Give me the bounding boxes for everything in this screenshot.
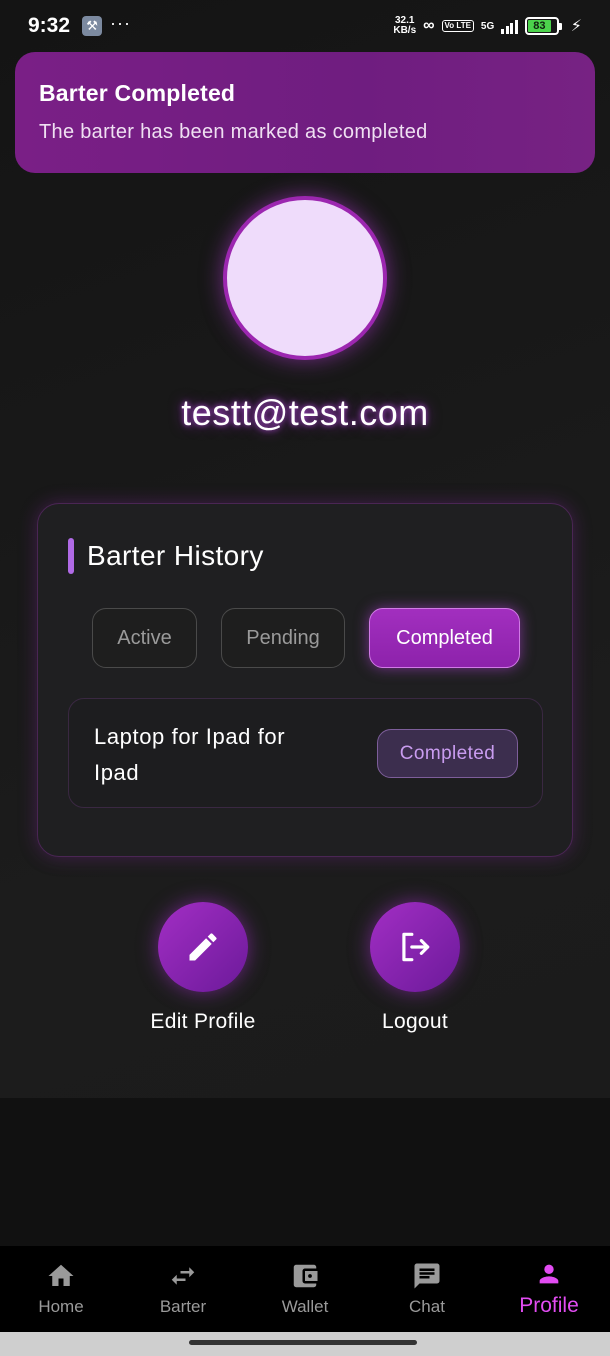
nav-barter[interactable]: Barter xyxy=(122,1246,244,1332)
toast-title: Barter Completed xyxy=(39,80,236,106)
edit-profile-button[interactable] xyxy=(158,902,248,992)
barter-history-card: Barter History Active Pending Completed … xyxy=(37,503,573,857)
toast-notification[interactable]: Barter Completed The barter has been mar… xyxy=(15,52,595,173)
barter-item-title: Laptop for Ipad for Ipad xyxy=(94,724,286,785)
nav-profile-label: Profile xyxy=(519,1294,579,1317)
nav-profile[interactable]: Profile xyxy=(488,1246,610,1332)
battery-icon: 83 xyxy=(524,17,562,35)
chat-icon xyxy=(414,1263,440,1289)
logout-label: Logout xyxy=(381,1010,449,1033)
pencil-icon xyxy=(189,933,217,961)
gesture-area xyxy=(0,1332,610,1356)
battery-level: 83 xyxy=(527,20,551,32)
person-icon xyxy=(539,1264,559,1284)
nav-wallet-label: Wallet xyxy=(281,1297,329,1316)
toast-message: The barter has been marked as completed xyxy=(39,121,428,143)
network-speed: 32.1 KB/s xyxy=(393,16,416,36)
header-accent-bar xyxy=(68,538,74,574)
network-type: 5G xyxy=(480,20,495,32)
charging-icon: ⚡ xyxy=(570,18,582,35)
nav-home-label: Home xyxy=(38,1297,84,1316)
nav-wallet[interactable]: Wallet xyxy=(244,1246,366,1332)
status-badge: Completed xyxy=(377,729,518,778)
filter-tabs: Active Pending Completed xyxy=(92,608,520,668)
nav-chat[interactable]: Chat xyxy=(366,1246,488,1332)
empty-area xyxy=(0,1098,610,1246)
filter-active-button[interactable]: Active xyxy=(92,608,197,668)
swap-icon xyxy=(171,1267,195,1285)
home-icon xyxy=(48,1264,74,1286)
logout-button[interactable] xyxy=(370,902,460,992)
status-bar: 9:32 ⚒ ··· 32.1 KB/s ∞ Vo LTE 5G 83 ⚡ xyxy=(0,0,610,52)
nav-barter-label: Barter xyxy=(159,1297,207,1316)
home-gesture-bar[interactable] xyxy=(189,1340,417,1345)
signal-icon xyxy=(501,18,518,34)
logout-action: Logout xyxy=(335,902,495,1034)
logout-icon xyxy=(402,932,430,962)
history-header: Barter History xyxy=(68,538,264,574)
status-indicators: 32.1 KB/s ∞ Vo LTE 5G 83 ⚡ xyxy=(393,16,582,36)
edit-profile-label: Edit Profile xyxy=(150,1010,256,1033)
more-notifications-icon: ··· xyxy=(110,12,132,33)
nav-home[interactable]: Home xyxy=(0,1246,122,1332)
nav-chat-label: Chat xyxy=(409,1297,445,1316)
avatar[interactable] xyxy=(223,196,387,360)
filter-completed-button[interactable]: Completed xyxy=(369,608,520,668)
speed-unit: KB/s xyxy=(393,25,417,36)
volte-icon: Vo LTE xyxy=(441,20,474,32)
status-time: 9:32 xyxy=(28,14,71,37)
wrench-icon: ⚒ xyxy=(82,16,103,36)
edit-profile-action: Edit Profile xyxy=(123,902,283,1034)
history-title: Barter History xyxy=(87,540,264,571)
hotspot-icon: ∞ xyxy=(423,17,435,34)
user-email: testt@test.com xyxy=(181,392,429,433)
wallet-icon xyxy=(293,1264,318,1288)
barter-list-item[interactable]: Laptop for Ipad for Ipad Completed xyxy=(68,698,543,808)
filter-pending-button[interactable]: Pending xyxy=(221,608,345,668)
bottom-navigation: Home Barter Wallet Chat Profile xyxy=(0,1246,610,1332)
